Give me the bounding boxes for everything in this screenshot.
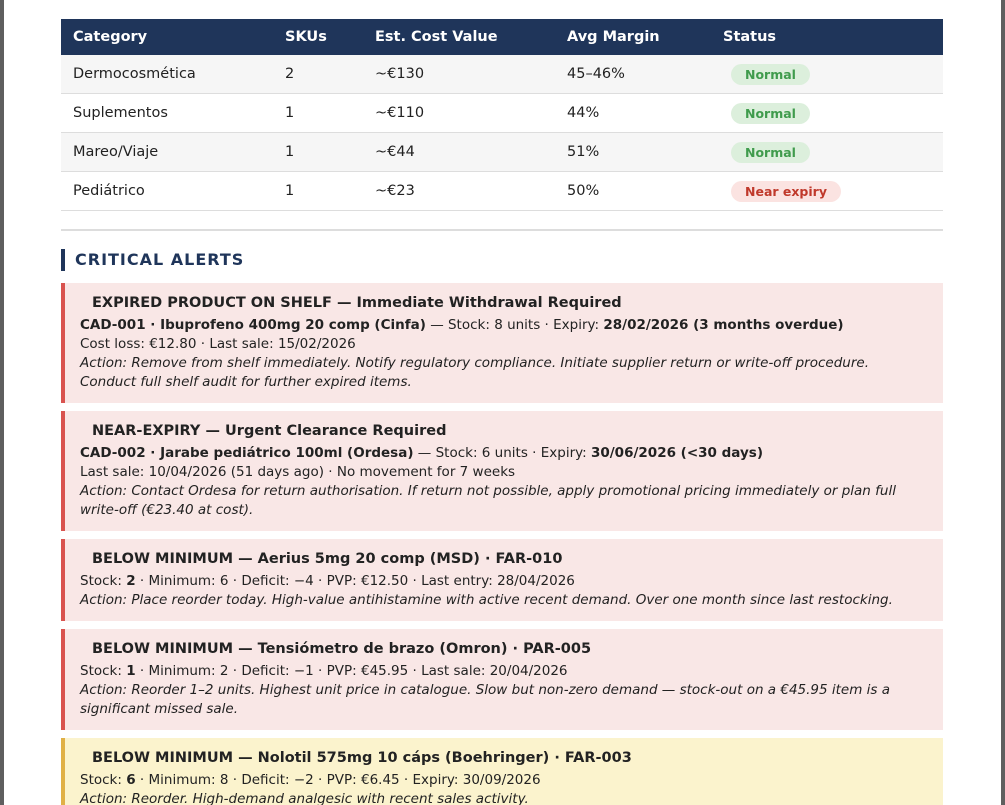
- alert-card-expired: EXPIRED PRODUCT ON SHELF — Immediate Wit…: [61, 283, 943, 403]
- cell-margin: 44%: [555, 93, 711, 133]
- stock-details: · Minimum: 6 · Deficit: −4 · PVP: €12.50…: [135, 573, 575, 589]
- cell-margin: 50%: [555, 171, 711, 211]
- product-ref: CAD-002 · Jarabe pediátrico 100ml (Ordes…: [80, 445, 414, 461]
- cell-skus: 1: [273, 171, 363, 211]
- alert-stock-line: Stock: 6 · Minimum: 8 · Deficit: −2 · PV…: [80, 771, 929, 790]
- alert-meta-line: Last sale: 10/04/2026 (51 days ago) · No…: [80, 464, 516, 480]
- document-page: Category SKUs Est. Cost Value Avg Margin…: [4, 0, 1001, 805]
- header-status: Status: [723, 29, 777, 45]
- alert-action-text: Action: Reorder. High-demand analgesic w…: [80, 791, 529, 805]
- alert-card-below-minimum: BELOW MINIMUM — Tensiómetro de brazo (Om…: [61, 629, 943, 730]
- alert-title: BELOW MINIMUM — Tensiómetro de brazo (Om…: [92, 641, 592, 657]
- alert-action-text: Action: Contact Ordesa for return author…: [80, 483, 896, 518]
- cell-cost: ~€110: [363, 93, 555, 133]
- cell-skus: 1: [273, 93, 363, 133]
- cell-skus: 2: [273, 55, 363, 94]
- product-ref: CAD-001 · Ibuprofeno 400mg 20 comp (Cinf…: [80, 317, 426, 333]
- header-cost-value: Est. Cost Value: [375, 29, 498, 45]
- alert-detail-line: CAD-001 · Ibuprofeno 400mg 20 comp (Cinf…: [80, 316, 929, 335]
- status-badge: Near expiry: [731, 180, 841, 202]
- stock-details: · Minimum: 8 · Deficit: −2 · PVP: €6.45 …: [135, 772, 541, 788]
- cell-margin: 45–46%: [555, 55, 711, 94]
- alert-action-text: Action: Place reorder today. High-value …: [80, 592, 893, 608]
- header-skus: SKUs: [285, 29, 327, 45]
- alert-action-text: Action: Reorder 1–2 units. Highest unit …: [80, 682, 891, 717]
- cell-skus: 1: [273, 132, 363, 172]
- cell-category: Suplementos: [61, 93, 273, 133]
- cell-status: Normal: [711, 55, 943, 94]
- status-badge: Normal: [731, 63, 810, 85]
- section-title-critical-alerts: CRITICAL ALERTS: [61, 249, 244, 271]
- table-header-row: Category SKUs Est. Cost Value Avg Margin…: [61, 19, 943, 55]
- alert-meta-line: Cost loss: €12.80 · Last sale: 15/02/202…: [80, 336, 356, 352]
- cell-status: Normal: [711, 93, 943, 133]
- alert-title: BELOW MINIMUM — Aerius 5mg 20 comp (MSD)…: [92, 551, 563, 567]
- expiry-date: 28/02/2026 (3 months overdue): [603, 317, 844, 333]
- status-badge: Normal: [731, 102, 810, 124]
- cell-margin: 51%: [555, 132, 711, 172]
- stock-label: Stock:: [80, 772, 127, 788]
- stock-value: 6: [126, 772, 136, 788]
- alert-detail-line: CAD-002 · Jarabe pediátrico 100ml (Ordes…: [80, 444, 929, 463]
- alert-stock-line: Stock: 1 · Minimum: 2 · Deficit: −1 · PV…: [80, 662, 929, 681]
- cell-status: Near expiry: [711, 171, 943, 211]
- report-content: Category SKUs Est. Cost Value Avg Margin…: [61, 19, 943, 805]
- cell-category: Pediátrico: [61, 171, 273, 211]
- alert-action-text: Action: Remove from shelf immediately. N…: [80, 355, 869, 390]
- table-row: Mareo/Viaje 1 ~€44 51% Normal: [61, 132, 943, 172]
- table-row: Dermocosmética 2 ~€130 45–46% Normal: [61, 55, 943, 94]
- alert-title: NEAR-EXPIRY — Urgent Clearance Required: [92, 423, 447, 439]
- header-avg-margin: Avg Margin: [567, 29, 660, 45]
- cell-category: Mareo/Viaje: [61, 132, 273, 172]
- alert-card-below-minimum-warning: BELOW MINIMUM — Nolotil 575mg 10 cáps (B…: [61, 738, 943, 805]
- alert-card-near-expiry: NEAR-EXPIRY — Urgent Clearance Required …: [61, 411, 943, 531]
- header-category: Category: [73, 29, 148, 45]
- status-badge: Normal: [731, 141, 810, 163]
- alert-stock-line: Stock: 2 · Minimum: 6 · Deficit: −4 · PV…: [80, 572, 929, 591]
- stock-label: Stock:: [80, 663, 127, 679]
- section-divider: [61, 229, 943, 231]
- cell-cost: ~€23: [363, 171, 555, 211]
- cell-category: Dermocosmética: [61, 55, 273, 94]
- stock-value: 1: [126, 663, 136, 679]
- cell-status: Normal: [711, 132, 943, 172]
- stock-details: · Minimum: 2 · Deficit: −1 · PVP: €45.95…: [135, 663, 568, 679]
- stock-expiry-text: — Stock: 6 units · Expiry:: [413, 445, 591, 461]
- alert-card-below-minimum: BELOW MINIMUM — Aerius 5mg 20 comp (MSD)…: [61, 539, 943, 621]
- cell-cost: ~€130: [363, 55, 555, 94]
- stock-expiry-text: — Stock: 8 units · Expiry:: [425, 317, 604, 333]
- category-summary-table: Category SKUs Est. Cost Value Avg Margin…: [61, 19, 943, 211]
- table-row: Pediátrico 1 ~€23 50% Near expiry: [61, 171, 943, 211]
- expiry-date: 30/06/2026 (<30 days): [590, 445, 764, 461]
- alert-title: EXPIRED PRODUCT ON SHELF — Immediate Wit…: [92, 295, 622, 311]
- cell-cost: ~€44: [363, 132, 555, 172]
- alert-title: BELOW MINIMUM — Nolotil 575mg 10 cáps (B…: [92, 750, 632, 766]
- stock-value: 2: [126, 573, 136, 589]
- stock-label: Stock:: [80, 573, 127, 589]
- alerts-list: EXPIRED PRODUCT ON SHELF — Immediate Wit…: [61, 283, 943, 805]
- table-row: Suplementos 1 ~€110 44% Normal: [61, 93, 943, 133]
